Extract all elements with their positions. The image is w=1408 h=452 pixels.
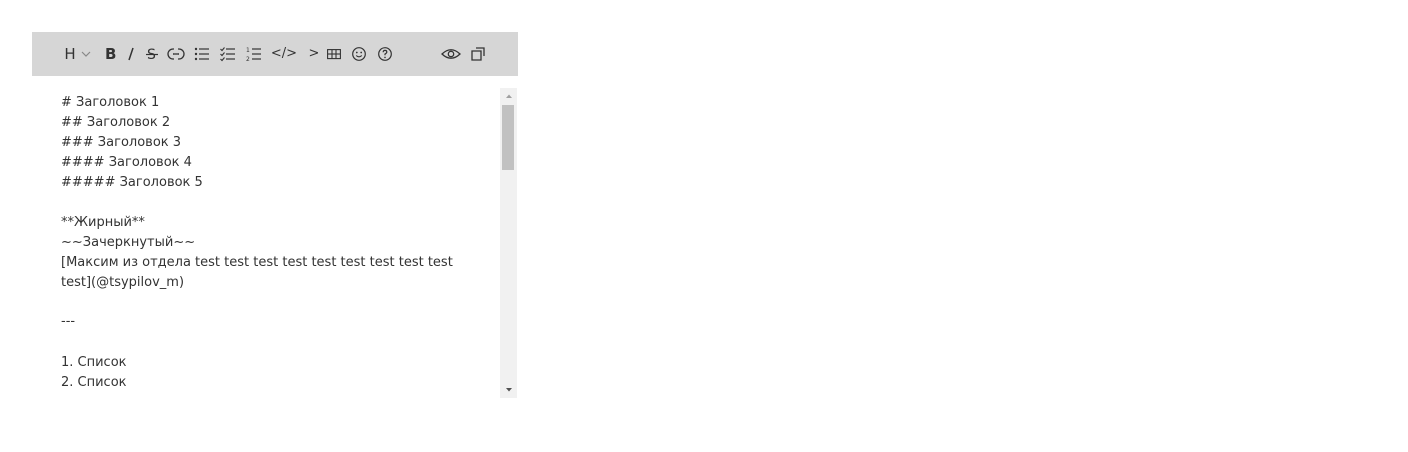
table-icon <box>327 49 341 60</box>
quote-button[interactable]: > <box>304 44 324 64</box>
italic-icon <box>128 47 134 61</box>
code-button[interactable]: </> <box>270 44 298 64</box>
bullet-list-button[interactable] <box>192 44 212 64</box>
svg-text:B: B <box>105 46 116 62</box>
editor-line: [Максим из отдела test test test test te… <box>61 255 453 270</box>
scroll-up-button[interactable] <box>500 90 517 102</box>
numbered-list-button[interactable]: 12 <box>244 44 264 64</box>
bullet-list-icon <box>194 47 209 61</box>
heading-icon: H <box>64 45 76 63</box>
link-button[interactable] <box>166 44 186 64</box>
svg-text:2: 2 <box>246 56 250 62</box>
fullscreen-button[interactable] <box>468 44 488 64</box>
editor-line: ### Заголовок 3 <box>61 135 182 150</box>
editor-line: 1. Список <box>61 355 127 370</box>
editor-line: test](@tsypilov_m) <box>61 275 185 290</box>
help-button[interactable] <box>375 44 395 64</box>
editor-line: ##### Заголовок 5 <box>61 175 203 190</box>
emoji-button[interactable] <box>349 44 369 64</box>
editor-textarea[interactable]: # Заголовок 1 ## Заголовок 2 ### Заголов… <box>32 88 500 398</box>
checklist-button[interactable] <box>218 44 238 64</box>
editor-line: ## Заголовок 2 <box>61 115 171 130</box>
chevron-down-icon <box>81 51 91 57</box>
editor-line: ~~Зачеркнутый~~ <box>61 235 196 250</box>
scroll-down-icon <box>505 388 512 392</box>
bold-button[interactable]: B <box>100 44 120 64</box>
help-icon <box>378 47 392 61</box>
emoji-icon <box>352 47 366 61</box>
quote-icon: > <box>308 46 320 61</box>
scroll-thumb[interactable] <box>502 105 514 170</box>
editor-line: # Заголовок 1 <box>61 95 160 110</box>
editor-line: 2. Список <box>61 375 127 390</box>
editor-toolbar: H B S 12 </> > <box>32 32 518 76</box>
svg-text:1: 1 <box>246 47 250 54</box>
scroll-down-button[interactable] <box>500 384 517 396</box>
strikethrough-button[interactable]: S <box>142 44 162 64</box>
table-button[interactable] <box>324 44 344 64</box>
heading-menu-button[interactable] <box>80 44 92 64</box>
editor-line: --- <box>61 314 76 329</box>
editor-line: **Жирный** <box>61 215 145 230</box>
bold-icon: B <box>105 46 116 62</box>
vertical-scrollbar[interactable] <box>500 88 517 398</box>
strikethrough-icon: S <box>146 47 158 62</box>
code-icon: </> <box>270 46 298 61</box>
numbered-list-icon: 12 <box>246 47 261 62</box>
editor-line: #### Заголовок 4 <box>61 155 192 170</box>
italic-button[interactable] <box>121 44 141 64</box>
fullscreen-icon <box>471 47 485 61</box>
heading-button[interactable]: H <box>60 44 80 64</box>
checklist-icon <box>220 47 235 62</box>
eye-icon <box>441 49 461 59</box>
preview-button[interactable] <box>440 44 462 64</box>
link-icon <box>167 47 185 61</box>
scroll-up-icon <box>505 94 512 98</box>
markdown-editor: H B S 12 </> > # Заголовок 1 ## Заголово… <box>32 32 518 398</box>
